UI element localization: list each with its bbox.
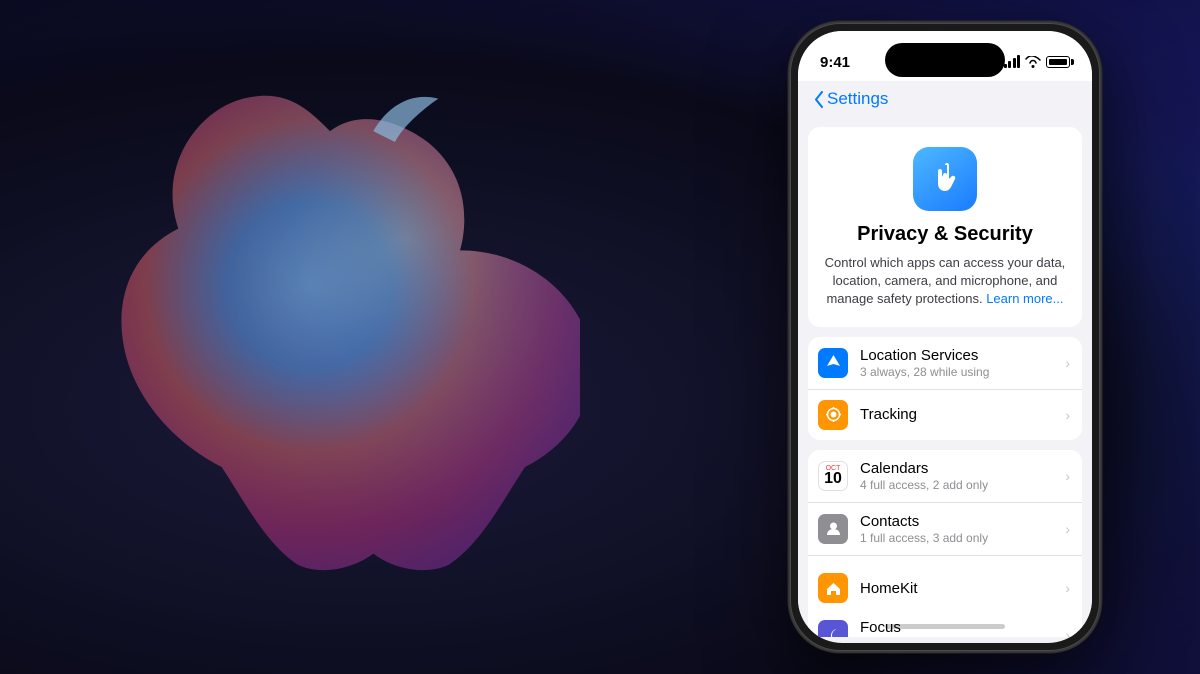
moon-icon — [825, 626, 842, 637]
back-label: Settings — [827, 89, 888, 109]
contacts-row[interactable]: Contacts 1 full access, 3 add only › — [808, 503, 1082, 556]
chevron-right-icon: › — [1065, 627, 1070, 637]
chevron-right-icon: › — [1065, 355, 1070, 371]
page-title: Privacy & Security — [824, 223, 1066, 246]
contacts-text: Contacts 1 full access, 3 add only — [860, 513, 1059, 545]
screen-content: Privacy & Security Control which apps ca… — [798, 117, 1092, 637]
location-icon — [825, 354, 842, 371]
iphone-frame: 9:41 — [790, 23, 1100, 651]
calendars-icon: OCT 10 — [818, 461, 848, 491]
chevron-right-icon: › — [1065, 468, 1070, 484]
home-indicator — [885, 624, 1005, 629]
tracking-text: Tracking — [860, 406, 1059, 423]
signal-icon — [1004, 56, 1021, 68]
apple-logo — [80, 77, 580, 597]
calendars-text: Calendars 4 full access, 2 add only — [860, 460, 1059, 492]
location-services-text: Location Services 3 always, 28 while usi… — [860, 347, 1059, 379]
privacy-icon — [913, 147, 977, 211]
tracking-row[interactable]: Tracking › — [808, 390, 1082, 440]
calendars-row[interactable]: OCT 10 Calendars 4 full access, 2 add on… — [808, 450, 1082, 503]
location-services-icon — [818, 348, 848, 378]
contacts-icon — [818, 514, 848, 544]
wifi-icon — [1025, 56, 1041, 68]
settings-group-1: Location Services 3 always, 28 while usi… — [808, 337, 1082, 440]
privacy-header: Privacy & Security Control which apps ca… — [808, 127, 1082, 327]
status-icons — [1004, 56, 1071, 68]
tracking-icon — [818, 400, 848, 430]
home-icon — [825, 580, 842, 597]
header-description: Control which apps can access your data,… — [824, 254, 1066, 309]
chevron-right-icon: › — [1065, 407, 1070, 423]
iphone-screen: 9:41 — [798, 31, 1092, 643]
homekit-icon — [818, 573, 848, 603]
homekit-partial-row: HomeKit › — [808, 563, 1082, 613]
back-button[interactable]: Settings — [814, 89, 888, 109]
battery-icon — [1046, 56, 1070, 68]
location-services-row[interactable]: Location Services 3 always, 28 while usi… — [808, 337, 1082, 390]
chevron-left-icon — [814, 91, 824, 108]
person-icon — [825, 520, 842, 537]
tracking-symbol-icon — [825, 406, 842, 423]
learn-more-link[interactable]: Learn more... — [986, 291, 1063, 306]
hand-raised-icon — [927, 161, 963, 197]
homekit-text: HomeKit — [860, 580, 1059, 597]
iphone-device: 9:41 — [790, 23, 1100, 651]
homekit-row[interactable]: HomeKit › — [808, 563, 1082, 613]
focus-icon — [818, 620, 848, 637]
chevron-right-icon: › — [1065, 580, 1070, 596]
dynamic-island — [885, 43, 1005, 77]
status-time: 9:41 — [820, 54, 850, 71]
chevron-right-icon: › — [1065, 521, 1070, 537]
nav-bar: Settings — [798, 81, 1092, 117]
